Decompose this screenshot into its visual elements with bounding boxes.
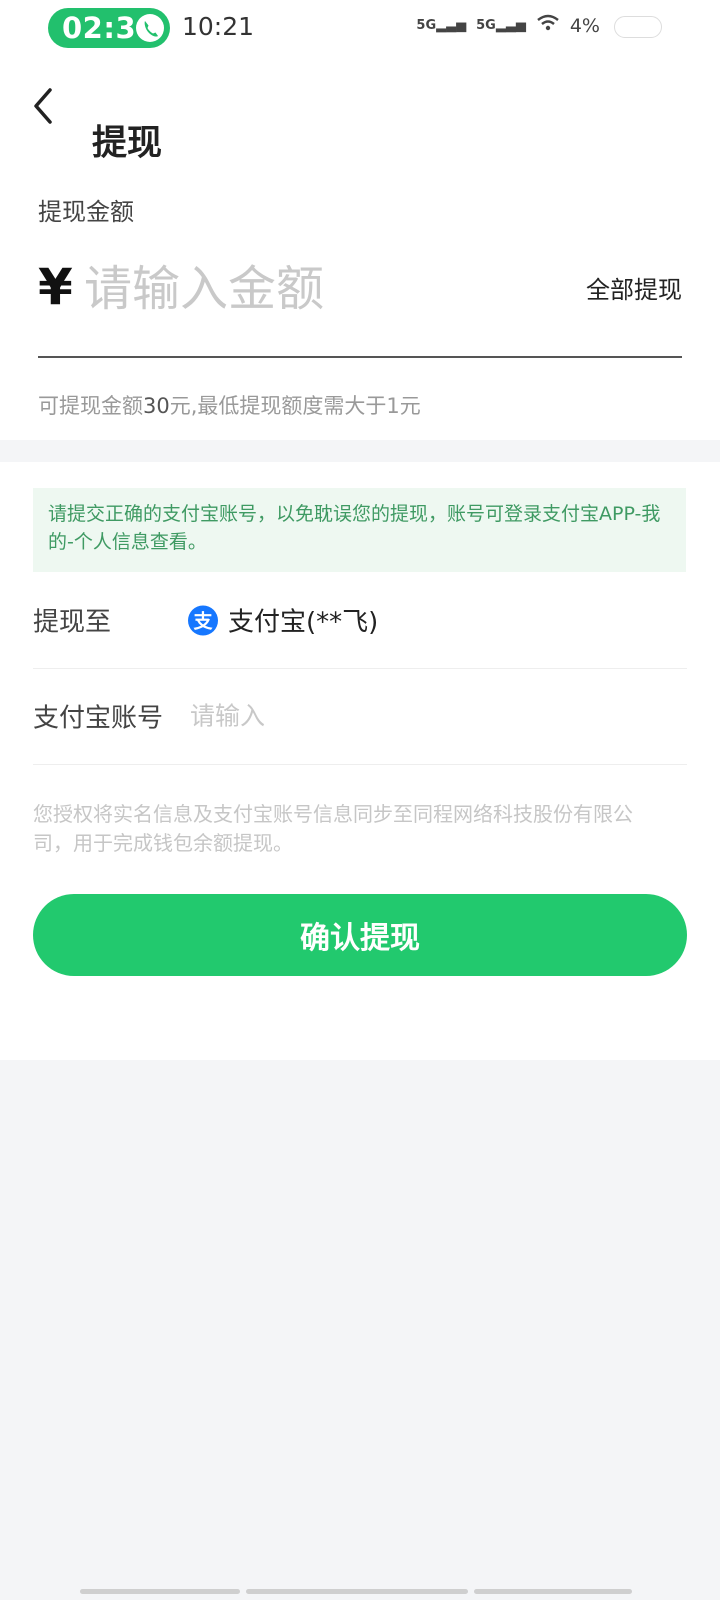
withdraw-to-label: 提现至: [33, 607, 112, 638]
battery-icon: [614, 16, 662, 38]
wifi-icon: [536, 14, 560, 37]
account-input-wrap: [188, 700, 612, 732]
form-section: 请提交正确的支付宝账号，以免耽误您的提现，账号可登录支付宝APP-我的-个人信息…: [0, 462, 720, 1060]
section-gap: [0, 440, 720, 462]
currency-symbol: ¥: [38, 258, 73, 316]
battery-percent: 4%: [569, 14, 600, 37]
signal-label: 5G: [476, 18, 496, 33]
account-input[interactable]: [188, 700, 612, 732]
signal-icon: 5G▂▃▅: [476, 18, 526, 33]
amount-input[interactable]: [82, 254, 506, 324]
withdraw-to-row[interactable]: 提现至 支 支付宝(**飞): [33, 572, 687, 669]
account-row: 支付宝账号: [33, 668, 687, 765]
home-indicator-segment: [246, 1589, 468, 1594]
call-timer-pill[interactable]: 02:36: [48, 8, 170, 48]
hint-amount: 30: [143, 394, 170, 418]
status-bar: 02:36 10:21 5G▂▃▅ 5G▂▃▅ 4%: [0, 0, 720, 56]
hint-suffix: 元,最低提现额度需大于1元: [169, 394, 421, 418]
amount-hint: 可提现金额30元,最低提现额度需大于1元: [38, 390, 421, 420]
confirm-withdraw-button[interactable]: 确认提现: [33, 894, 687, 976]
page-top: 02:36 10:21 5G▂▃▅ 5G▂▃▅ 4% 提现 提现金额 ¥ 请输入…: [0, 0, 720, 440]
chevron-left-icon: [34, 88, 52, 124]
account-label: 支付宝账号: [33, 703, 164, 734]
page-title: 提现: [92, 123, 163, 164]
signal-icon: 5G▂▃▅: [416, 18, 467, 33]
home-indicator-segment: [80, 1589, 240, 1594]
home-indicator: [80, 1589, 640, 1594]
navbar: 提现: [0, 56, 720, 166]
status-time: 10:21: [182, 12, 255, 41]
amount-section: 提现金额 ¥ 全部提现 可提现金额30元,最低提现额度需大于1元: [0, 166, 720, 440]
withdraw-to-value: 支 支付宝(**飞): [188, 602, 378, 639]
hint-prefix: 可提现金额: [38, 394, 143, 418]
signal-label: 5G: [416, 18, 437, 33]
notice-banner: 请提交正确的支付宝账号，以免耽误您的提现，账号可登录支付宝APP-我的-个人信息…: [33, 488, 686, 572]
alipay-icon: 支: [188, 605, 218, 635]
back-button[interactable]: [28, 84, 62, 128]
status-icons: 5G▂▃▅ 5G▂▃▅ 4%: [416, 14, 600, 37]
disclaimer-text: 您授权将实名信息及支付宝账号信息同步至同程网络科技股份有限公司，用于完成钱包余额…: [33, 802, 633, 855]
amount-label: 提现金额: [38, 198, 134, 226]
phone-icon: [136, 14, 164, 42]
divider: [38, 356, 682, 358]
home-indicator-segment: [474, 1589, 632, 1594]
withdraw-all-button[interactable]: 全部提现: [586, 270, 682, 305]
alipay-account-name: 支付宝(**飞): [228, 607, 379, 638]
